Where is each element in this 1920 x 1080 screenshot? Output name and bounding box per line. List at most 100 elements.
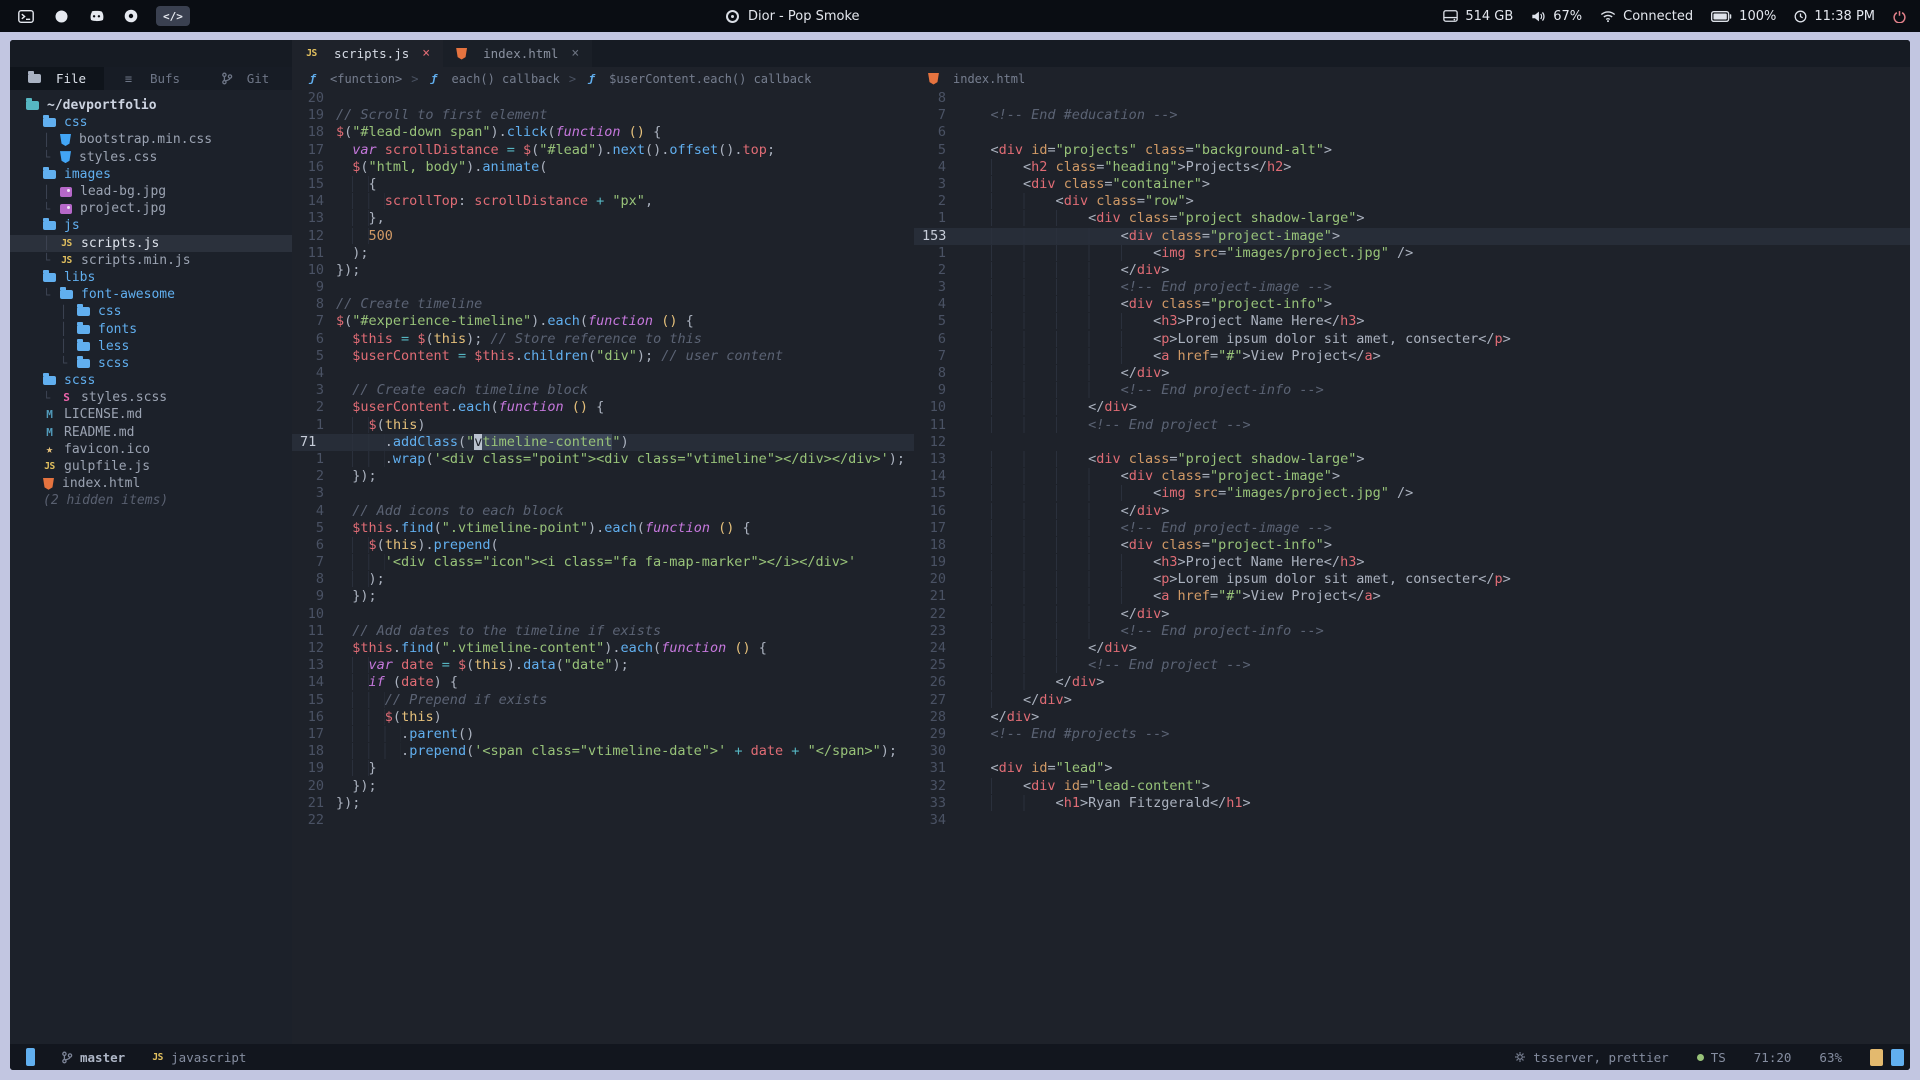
code-line[interactable]: 5 <div id="projects" class="background-a… xyxy=(914,142,1910,159)
code-line[interactable]: 153 <div class="project-image"> xyxy=(914,228,1910,245)
code-line[interactable]: 17 .parent() xyxy=(292,726,914,743)
tree-item[interactable]: │less xyxy=(10,338,292,355)
code-line[interactable]: 4 // Add icons to each block xyxy=(292,503,914,520)
code-line[interactable]: 1 $(this) xyxy=(292,417,914,434)
code-line[interactable]: 27 </div> xyxy=(914,692,1910,709)
code-line[interactable]: 13 var date = $(this).data("date"); xyxy=(292,657,914,674)
code-line[interactable]: 6 xyxy=(914,124,1910,141)
tab-scripts.js[interactable]: JSscripts.js× xyxy=(292,40,443,67)
code-line[interactable]: 3 xyxy=(292,485,914,502)
tree-item[interactable]: │bootstrap.min.css xyxy=(10,131,292,148)
breadcrumb-item[interactable]: <function> xyxy=(330,72,402,86)
code-line[interactable]: 4 xyxy=(292,365,914,382)
tree-item[interactable]: scss xyxy=(10,372,292,389)
code-line[interactable]: 7 <a href="#">View Project</a> xyxy=(914,348,1910,365)
code-line[interactable]: 11 <!-- End project --> xyxy=(914,417,1910,434)
tree-item[interactable]: └font-awesome xyxy=(10,286,292,303)
code-line[interactable]: 8// Create timeline xyxy=(292,296,914,313)
code-line[interactable]: 12 xyxy=(914,434,1910,451)
tree-item[interactable]: └styles.css xyxy=(10,149,292,166)
code-line[interactable]: 17 <!-- End project-image --> xyxy=(914,520,1910,537)
code-line[interactable]: 1 .wrap('<div class="point"><div class="… xyxy=(292,451,914,468)
record-icon[interactable] xyxy=(121,6,141,26)
network-widget[interactable]: Connected xyxy=(1600,9,1693,24)
power-icon[interactable] xyxy=(1893,10,1906,23)
code-line[interactable]: 31 <div id="lead"> xyxy=(914,760,1910,777)
terminal-icon[interactable] xyxy=(16,6,36,26)
breadcrumb-item[interactable]: each() callback xyxy=(451,72,559,86)
code-line[interactable]: 6 $(this).prepend( xyxy=(292,537,914,554)
tree-item[interactable]: │lead-bg.jpg xyxy=(10,183,292,200)
code-line[interactable]: 22 xyxy=(292,812,914,829)
code-line[interactable]: 10 xyxy=(292,606,914,623)
code-line[interactable]: 32 <div id="lead-content"> xyxy=(914,778,1910,795)
code-line[interactable]: 71 .addClass("vtimeline-content") xyxy=(292,434,914,451)
tree-item[interactable]: js xyxy=(10,217,292,234)
code-line[interactable]: 10}); xyxy=(292,262,914,279)
close-icon[interactable]: × xyxy=(571,46,579,61)
close-icon[interactable]: × xyxy=(422,46,430,61)
code-line[interactable]: 18 <div class="project-info"> xyxy=(914,537,1910,554)
code-line[interactable]: 14 if (date) { xyxy=(292,674,914,691)
code-line[interactable]: 9 <!-- End project-info --> xyxy=(914,382,1910,399)
code-line[interactable]: 2 </div> xyxy=(914,262,1910,279)
circle-icon[interactable] xyxy=(51,6,71,26)
discord-icon[interactable] xyxy=(86,6,106,26)
tree-item[interactable]: ★favicon.ico xyxy=(10,441,292,458)
code-line[interactable]: 10 </div> xyxy=(914,399,1910,416)
code-line[interactable]: 20 <p>Lorem ipsum dolor sit amet, consec… xyxy=(914,571,1910,588)
code-line[interactable]: 2 }); xyxy=(292,468,914,485)
code-workspace-icon[interactable]: </> xyxy=(156,6,190,26)
code-line[interactable]: 2 $userContent.each(function () { xyxy=(292,399,914,416)
code-line[interactable]: 7$("#experience-timeline").each(function… xyxy=(292,313,914,330)
code-line[interactable]: 24 </div> xyxy=(914,640,1910,657)
code-line[interactable]: 6 $this = $(this); // Store reference to… xyxy=(292,331,914,348)
tree-item[interactable]: MLICENSE.md xyxy=(10,406,292,423)
code-line[interactable]: 20 }); xyxy=(292,778,914,795)
code-line[interactable]: 23 <!-- End project-info --> xyxy=(914,623,1910,640)
tree-item[interactable]: └scss xyxy=(10,355,292,372)
code-line[interactable]: 19 } xyxy=(292,760,914,777)
code-line[interactable]: 1 <div class="project shadow-large"> xyxy=(914,210,1910,227)
tree-item[interactable]: index.html xyxy=(10,475,292,492)
tree-item[interactable]: JSgulpfile.js xyxy=(10,458,292,475)
code-line[interactable]: 9 }); xyxy=(292,588,914,605)
tree-item[interactable]: libs xyxy=(10,269,292,286)
code-line[interactable]: 25 <!-- End project --> xyxy=(914,657,1910,674)
code-line[interactable]: 12 500 xyxy=(292,228,914,245)
explorer-tab-file[interactable]: File xyxy=(10,67,104,90)
tab-index.html[interactable]: index.html× xyxy=(443,40,592,67)
code-line[interactable]: 15 { xyxy=(292,176,914,193)
tree-item[interactable]: └Sstyles.scss xyxy=(10,389,292,406)
code-line[interactable]: 26 </div> xyxy=(914,674,1910,691)
code-line[interactable]: 5 <h3>Project Name Here</h3> xyxy=(914,313,1910,330)
explorer-tab-git[interactable]: Git xyxy=(198,67,292,90)
code-line[interactable]: 3 <div class="container"> xyxy=(914,176,1910,193)
code-line[interactable]: 1 <img src="images/project.jpg" /> xyxy=(914,245,1910,262)
code-line[interactable]: 15 <img src="images/project.jpg" /> xyxy=(914,485,1910,502)
code-line[interactable]: 3 <!-- End project-image --> xyxy=(914,279,1910,296)
code-line[interactable]: 14 scrollTop: scrollDistance + "px", xyxy=(292,193,914,210)
code-line[interactable]: 11 ); xyxy=(292,245,914,262)
code-line[interactable]: 8 xyxy=(914,90,1910,107)
code-line[interactable]: 21 <a href="#">View Project</a> xyxy=(914,588,1910,605)
code-line[interactable]: 4 <h2 class="heading">Projects</h2> xyxy=(914,159,1910,176)
code-line[interactable]: 30 xyxy=(914,743,1910,760)
tree-item[interactable]: ~/devportfolio xyxy=(10,97,292,114)
tree-item[interactable]: images xyxy=(10,166,292,183)
code-line[interactable]: 16 </div> xyxy=(914,503,1910,520)
disk-widget[interactable]: 514 GB xyxy=(1443,9,1513,24)
code-line[interactable]: 28 </div> xyxy=(914,709,1910,726)
code-line[interactable]: 33 <h1>Ryan Fitzgerald</h1> xyxy=(914,795,1910,812)
code-line[interactable]: 7 <!-- End #education --> xyxy=(914,107,1910,124)
code-line[interactable]: 7 '<div class="icon"><i class="fa fa-map… xyxy=(292,554,914,571)
code-line[interactable]: 12 $this.find(".vtimeline-content").each… xyxy=(292,640,914,657)
battery-widget[interactable]: 100% xyxy=(1711,9,1776,24)
code-line[interactable]: 11 // Add dates to the timeline if exist… xyxy=(292,623,914,640)
code-line[interactable]: 5 $this.find(".vtimeline-point").each(fu… xyxy=(292,520,914,537)
code-line[interactable]: 19// Scroll to first element xyxy=(292,107,914,124)
code-line[interactable]: 34 xyxy=(914,812,1910,829)
music-widget[interactable]: Dior - Pop Smoke xyxy=(726,0,860,32)
code-line[interactable]: 2 <div class="row"> xyxy=(914,193,1910,210)
code-line[interactable]: 19 <h3>Project Name Here</h3> xyxy=(914,554,1910,571)
